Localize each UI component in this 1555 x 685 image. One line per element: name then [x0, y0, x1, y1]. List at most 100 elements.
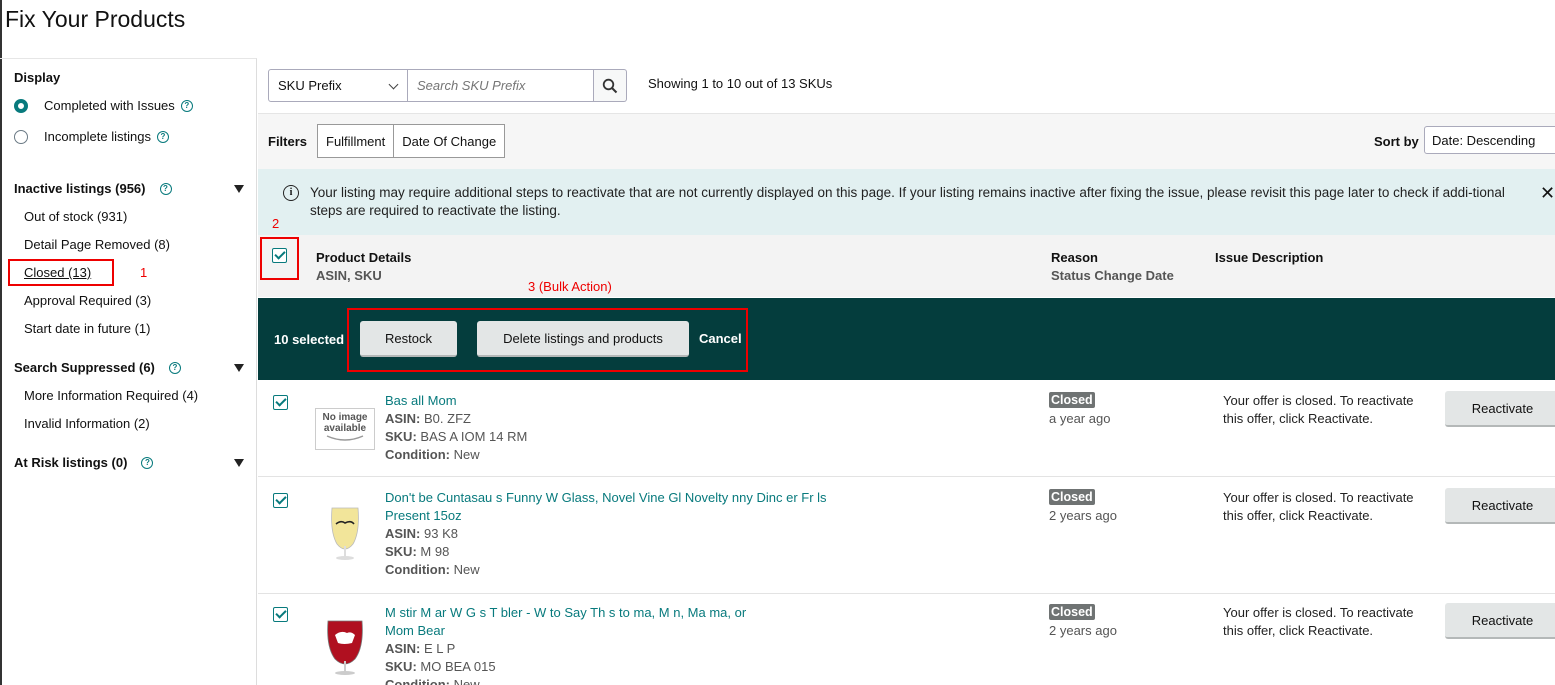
condition-label: Condition:	[385, 562, 450, 577]
display-heading: Display	[14, 70, 61, 85]
issue-description: Your offer is closed. To reactivate this…	[1223, 605, 1414, 638]
close-icon[interactable]: ✕	[1540, 183, 1555, 204]
info-banner: i Your listing may require additional st…	[258, 169, 1555, 235]
sidebar-item-detail-page-removed[interactable]: Detail Page Removed (8)	[24, 237, 170, 252]
status-badge: Closed	[1049, 604, 1095, 620]
product-condition: Condition: New	[385, 561, 480, 579]
asin-label: ASIN:	[385, 641, 421, 656]
issue-description: Your offer is closed. To reactivate this…	[1223, 393, 1414, 426]
asin-value: 93 K8	[424, 526, 458, 541]
annotation-box-select-all	[260, 237, 299, 280]
sku-label: SKU:	[385, 544, 417, 559]
sku-label: SKU:	[385, 429, 417, 444]
product-condition: Condition: New	[385, 446, 480, 464]
condition-value: New	[453, 562, 480, 577]
sort-label: Sort by	[1374, 134, 1419, 149]
amazon-smile-icon	[326, 435, 364, 441]
table-row: Don't be Cuntasau s Funny W Glass, Novel…	[258, 478, 1555, 594]
status-change-date: 2 years ago	[1049, 623, 1117, 638]
sku-label: SKU:	[385, 659, 417, 674]
radio-incomplete-listings[interactable]: Incomplete listings ?	[14, 129, 169, 144]
product-title-link[interactable]: Bas all Mom	[385, 392, 457, 410]
sort-value: Date: Descending	[1432, 132, 1536, 148]
product-asin: ASIN: 93 K8	[385, 525, 458, 543]
col-issue-description: Issue Description	[1215, 250, 1324, 265]
asin-label: ASIN:	[385, 526, 421, 541]
asin-value: B0. ZFZ	[424, 411, 471, 426]
group-inactive-listings[interactable]: Inactive listings (956) ?	[14, 181, 244, 196]
search-input[interactable]	[408, 69, 594, 102]
product-title-link[interactable]: Don't be Cuntasau s Funny W Glass, Novel…	[385, 489, 827, 507]
product-asin: ASIN: B0. ZFZ	[385, 410, 471, 428]
banner-text: Your listing may require additional step…	[310, 185, 1505, 218]
filter-date-of-change-button[interactable]: Date Of Change	[394, 124, 506, 158]
col-asin-sku: ASIN, SKU	[316, 268, 382, 283]
filter-fulfillment-button[interactable]: Fulfillment	[317, 124, 395, 158]
reactivate-button[interactable]: Reactivate	[1445, 391, 1555, 427]
search-bar: SKU Prefix	[268, 69, 627, 102]
page-title: Fix Your Products	[5, 6, 186, 32]
radio-unselected-icon[interactable]	[14, 129, 28, 144]
annotation-label-3: 3 (Bulk Action)	[528, 279, 612, 294]
product-sku: SKU: MO BEA 015	[385, 658, 496, 676]
help-icon[interactable]: ?	[141, 456, 154, 469]
radio-label: Completed with Issues	[44, 98, 175, 113]
sort-select[interactable]: Date: Descending	[1424, 126, 1555, 154]
caret-down-icon[interactable]	[234, 458, 244, 467]
condition-label: Condition:	[385, 447, 450, 462]
annotation-label-1: 1	[140, 265, 148, 280]
sidebar-item-approval-required[interactable]: Approval Required (3)	[24, 293, 151, 308]
filters-label: Filters	[268, 134, 308, 149]
no-image-placeholder: No image available	[315, 408, 375, 450]
selected-count: 10 selected	[274, 332, 345, 347]
help-icon[interactable]: ?	[159, 182, 172, 195]
row-checkbox[interactable]	[273, 607, 288, 622]
filter-buttons: Fulfillment Date Of Change	[317, 124, 506, 158]
product-sku: SKU: M 98	[385, 543, 449, 561]
radio-selected-icon[interactable]	[14, 98, 28, 113]
group-label: Search Suppressed (6)	[14, 360, 155, 375]
col-reason: Reason	[1051, 250, 1098, 265]
radio-completed-with-issues[interactable]: Completed with Issues ?	[14, 98, 193, 113]
group-at-risk-listings[interactable]: At Risk listings (0) ?	[14, 455, 244, 470]
sidebar-item-more-information-required[interactable]: More Information Required (4)	[24, 388, 198, 403]
annotation-label-2: 2	[272, 216, 280, 231]
no-image-text: available	[323, 423, 367, 434]
status-badge: Closed	[1049, 489, 1095, 505]
product-sku: SKU: BAS A IOM 14 RM	[385, 428, 527, 446]
product-title-link[interactable]: M stir M ar W G s T bler - W to Say Th s…	[385, 604, 746, 622]
product-condition: Condition: New	[385, 676, 480, 685]
condition-value: New	[453, 677, 480, 685]
group-search-suppressed[interactable]: Search Suppressed (6) ?	[14, 360, 244, 375]
sidebar-item-invalid-information[interactable]: Invalid Information (2)	[24, 416, 150, 431]
reactivate-button[interactable]: Reactivate	[1445, 603, 1555, 639]
caret-down-icon[interactable]	[234, 184, 244, 193]
product-title-link-cont[interactable]: Mom Bear	[385, 622, 445, 640]
row-checkbox[interactable]	[273, 493, 288, 508]
condition-label: Condition:	[385, 677, 450, 685]
group-label: At Risk listings (0)	[14, 455, 128, 470]
help-icon[interactable]: ?	[156, 130, 169, 143]
caret-down-icon[interactable]	[234, 363, 244, 372]
table-row: M stir M ar W G s T bler - W to Say Th s…	[258, 595, 1555, 685]
sku-value: MO BEA 015	[420, 659, 496, 674]
reactivate-button[interactable]: Reactivate	[1445, 488, 1555, 524]
sidebar: Display Completed with Issues ? Incomple…	[0, 58, 257, 685]
table-header: Product Details ASIN, SKU Reason Status …	[258, 235, 1555, 297]
filters-bar: Filters Fulfillment Date Of Change Sort …	[258, 113, 1555, 169]
col-status-change-date: Status Change Date	[1051, 268, 1174, 283]
sku-value: BAS A IOM 14 RM	[420, 429, 528, 444]
sidebar-item-out-of-stock[interactable]: Out of stock (931)	[24, 209, 127, 224]
select-value: SKU Prefix	[278, 78, 342, 93]
sku-prefix-select[interactable]: SKU Prefix	[268, 69, 408, 102]
product-title-link-cont[interactable]: Present 15oz	[385, 507, 462, 525]
row-checkbox[interactable]	[273, 395, 288, 410]
asin-value: E L P	[424, 641, 456, 656]
radio-label: Incomplete listings	[44, 129, 151, 144]
search-button[interactable]	[594, 69, 627, 102]
help-icon[interactable]: ?	[168, 361, 181, 374]
help-icon[interactable]: ?	[180, 99, 193, 112]
sku-value: M 98	[420, 544, 450, 559]
table-row: No image available Bas all Mom ASIN: B0.…	[258, 380, 1555, 477]
sidebar-item-start-date-in-future[interactable]: Start date in future (1)	[24, 321, 150, 336]
